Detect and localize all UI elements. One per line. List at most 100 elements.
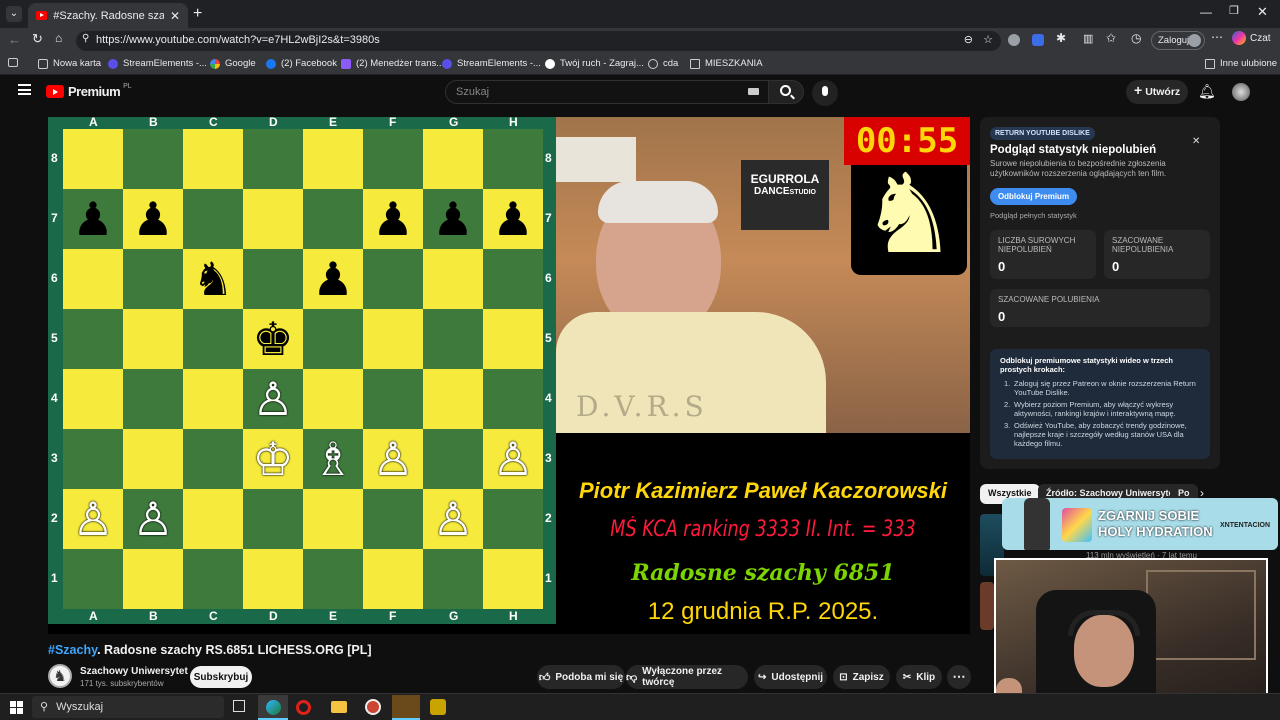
board-square xyxy=(123,249,183,309)
clip-button[interactable]: ✂ Klip xyxy=(896,665,942,689)
profile-label: Zaloguj xyxy=(1158,35,1190,46)
task-view-icon[interactable] xyxy=(233,700,245,712)
board-square xyxy=(303,549,363,609)
bookmark-google[interactable]: Google xyxy=(210,58,256,69)
opera-app-icon[interactable] xyxy=(296,700,311,715)
bookmark-other-favorites[interactable]: Inne ulubione xyxy=(1205,58,1277,69)
taskbar-search[interactable]: ⚲ Wyszukaj xyxy=(32,696,224,718)
copilot-icon xyxy=(1232,31,1246,45)
thumbs-down-icon: 👎︎ xyxy=(626,671,638,684)
profile-button[interactable]: Zaloguj xyxy=(1151,31,1205,50)
like-button[interactable]: 👍︎ Podoba mi się xyxy=(537,665,625,689)
back-icon[interactable]: ← xyxy=(8,32,21,47)
share-button[interactable]: ↪ Udostępnij xyxy=(754,665,827,689)
save-button[interactable]: ⊡ Zapisz xyxy=(833,665,890,689)
hamburger-menu-icon[interactable] xyxy=(18,84,31,95)
history-icon[interactable]: ◷ xyxy=(1131,31,1141,45)
url-field[interactable]: ⚲ https://www.youtube.com/watch?v=e7HL2w… xyxy=(76,31,1001,51)
video-player[interactable]: A A B B C C D D E E F F G G H H 8 8 7 7 6 6 5 5 4 4 3 3 2 2 1 1 ♟ ♟ ♟ ♟ ♟ ♞ ♟ ♚… xyxy=(48,117,970,634)
ryd-preview-link[interactable]: Podgląd pełnych statystyk xyxy=(990,211,1077,220)
dislike-label: Wyłączone przez twórcę xyxy=(642,666,723,688)
folder-icon xyxy=(690,58,700,69)
extension-icon-2[interactable] xyxy=(1032,34,1044,46)
notifications-bell-icon[interactable]: 🔔︎ xyxy=(1198,83,1216,100)
board-square xyxy=(483,549,543,609)
tab-title: #Szachy. Radosne szachy RS.6851 xyxy=(53,9,164,22)
minimize-icon[interactable]: — xyxy=(1200,5,1212,19)
bookmark-label: Inne ulubione xyxy=(1220,58,1278,69)
site-info-icon[interactable]: ⚲ xyxy=(82,33,89,44)
bookmark-menedzer[interactable]: (2) Menedżer trans... xyxy=(341,58,444,69)
collections-icon[interactable] xyxy=(8,58,18,67)
ryd-panel: RETURN YOUTUBE DISLIKE ✕ Podgląd statyst… xyxy=(980,117,1220,469)
zoom-icon[interactable]: ⊖ xyxy=(964,33,973,46)
file-label: H xyxy=(509,117,518,129)
sign-line-3: STUDIO xyxy=(789,189,816,196)
close-tab-icon[interactable]: ✕ xyxy=(170,9,180,23)
edge-app-icon[interactable] xyxy=(258,695,288,720)
voice-search-button[interactable] xyxy=(812,80,838,106)
create-button[interactable]: + Utwórz xyxy=(1126,80,1188,104)
ryd-unlock-button[interactable]: Odblokuj Premium xyxy=(990,188,1077,205)
board-square xyxy=(243,129,303,189)
black-king-icon: ♚ xyxy=(252,312,294,366)
bookmark-streamelements-2[interactable]: StreamElements -... xyxy=(442,58,541,69)
hashtag-link[interactable]: #Szachy xyxy=(48,643,97,657)
split-screen-icon[interactable]: ▥ xyxy=(1083,32,1093,45)
close-window-icon[interactable]: ✕ xyxy=(1257,4,1268,20)
search-button[interactable] xyxy=(768,80,804,104)
board-square xyxy=(123,429,183,489)
related-thumbnail-2[interactable] xyxy=(980,582,994,630)
home-icon[interactable]: ⌂ xyxy=(55,31,62,45)
more-menu-icon[interactable]: ⋯ xyxy=(1211,30,1223,44)
rank-label: 5 xyxy=(51,331,58,345)
subscribe-button[interactable]: Subskrybuj xyxy=(190,666,252,688)
new-tab-button[interactable]: + xyxy=(193,5,202,23)
youtube-premium-logo[interactable]: Premium PL xyxy=(46,83,132,99)
bookmark-facebook[interactable]: (2) Facebook xyxy=(266,58,337,69)
rank-label: 7 xyxy=(545,211,552,225)
board-square xyxy=(483,309,543,369)
shirt-text: D.V.R.S xyxy=(576,390,708,423)
bookmark-label: StreamElements -... xyxy=(457,58,541,69)
bookmark-cda[interactable]: cda xyxy=(648,58,678,69)
board-square xyxy=(423,249,483,309)
bookmark-streamelements-1[interactable]: StreamElements -... xyxy=(108,58,207,69)
account-avatar[interactable] xyxy=(1232,83,1250,101)
search-input[interactable]: Szukaj xyxy=(445,80,770,104)
streamer-facecam xyxy=(994,558,1268,713)
file-explorer-icon[interactable] xyxy=(331,701,347,713)
windows-start-icon[interactable] xyxy=(10,701,23,714)
bookmark-label: Nowa karta xyxy=(53,58,102,69)
bookmark-label: Google xyxy=(225,58,256,69)
step-2: 2. Wybierz poziom Premium, aby włączyć wy… xyxy=(1000,400,1200,418)
bookmark-mieszkania[interactable]: MIESZKANIA xyxy=(690,58,763,69)
browser-tab-active[interactable]: #Szachy. Radosne szachy RS.6851 ✕ xyxy=(28,3,188,28)
bookmark-new-tab[interactable]: Nowa karta xyxy=(38,58,101,69)
ad-line-1: ZGARNIJ SOBIE xyxy=(1098,508,1200,523)
rank-label: 6 xyxy=(545,271,552,285)
extension-icon-1[interactable] xyxy=(1008,34,1020,46)
favorites-icon[interactable]: ✩ xyxy=(1106,31,1116,45)
game-app-icon[interactable] xyxy=(430,699,446,715)
product-tin-icon xyxy=(1062,508,1092,542)
bookmark-twoj-ruch[interactable]: Twój ruch - Zagraj... xyxy=(545,58,644,69)
bookmarks-bar: Nowa karta StreamElements -... Google (2… xyxy=(0,53,1280,75)
stream-app-icon[interactable] xyxy=(392,695,420,720)
chess-app-icon[interactable] xyxy=(365,699,381,715)
file-label: E xyxy=(329,609,338,623)
channel-avatar[interactable]: ♞ xyxy=(48,664,72,688)
keyboard-icon[interactable] xyxy=(748,88,759,95)
ryd-close-icon[interactable]: ✕ xyxy=(1192,136,1200,147)
channel-name[interactable]: Szachowy Uniwersytet xyxy=(80,666,188,677)
copilot-button[interactable]: Czat xyxy=(1232,31,1271,45)
reload-icon[interactable]: ↻ xyxy=(32,31,43,47)
tab-list-icon[interactable]: ⌄ xyxy=(6,6,22,22)
restore-icon[interactable]: ❐ xyxy=(1229,4,1239,17)
favorite-star-icon[interactable]: ☆ xyxy=(983,33,993,46)
stat-label: SZACOWANE NIEPOLUBIENIA xyxy=(1112,236,1174,254)
rank-label: 6 xyxy=(51,271,58,285)
more-actions-button[interactable]: ⋯ xyxy=(947,665,971,689)
dislike-button[interactable]: 👎︎ Wyłączone przez twórcę xyxy=(626,665,748,689)
extensions-puzzle-icon[interactable]: ✱ xyxy=(1056,31,1066,45)
